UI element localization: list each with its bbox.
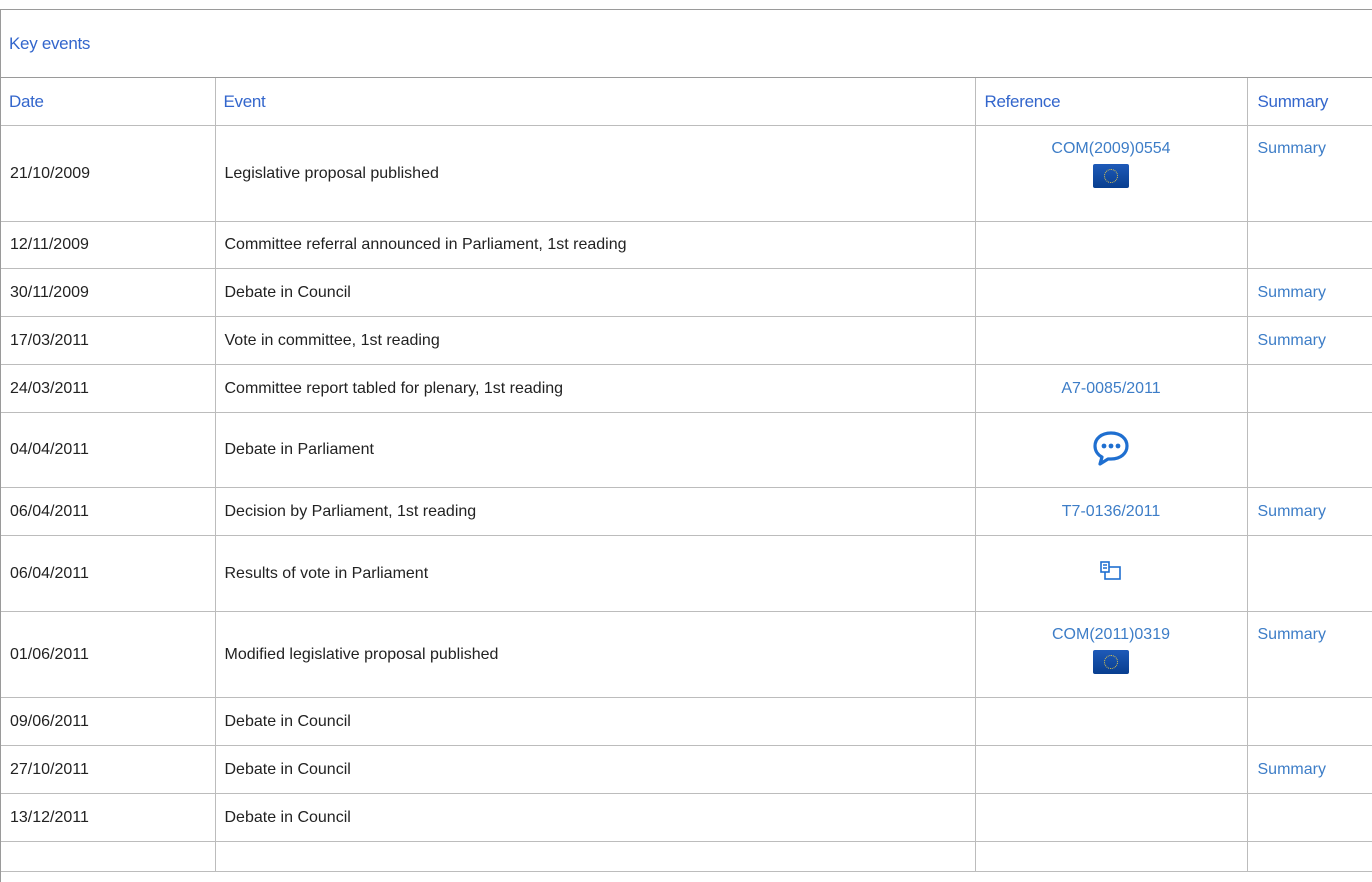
table-row: 27/10/2011 Debate in Council Summary (1, 745, 1372, 794)
event-summary (1247, 535, 1372, 612)
event-summary (1247, 697, 1372, 746)
event-reference (975, 316, 1248, 365)
table-row: 06/04/2011 Results of vote in Parliament (1, 535, 1372, 612)
table-row-partial (1, 841, 1372, 872)
event-date: 24/03/2011 (1, 364, 216, 413)
table-row: 17/03/2011 Vote in committee, 1st reading… (1, 316, 1372, 365)
event-summary: Summary (1247, 745, 1372, 794)
event-reference (975, 745, 1248, 794)
event-summary: Summary (1247, 268, 1372, 317)
event-reference (975, 221, 1248, 269)
column-header-event: Event (215, 78, 976, 126)
event-summary: Summary (1247, 487, 1372, 536)
event-reference: A7-0085/2011 (975, 364, 1248, 413)
summary-link[interactable]: Summary (1258, 626, 1326, 643)
event-date: 09/06/2011 (1, 697, 216, 746)
event-date: 17/03/2011 (1, 316, 216, 365)
empty-cell (215, 841, 976, 872)
event-summary: Summary (1247, 125, 1372, 222)
event-description: Committee referral announced in Parliame… (215, 221, 976, 269)
event-summary: Summary (1247, 611, 1372, 698)
table-row: 01/06/2011 Modified legislative proposal … (1, 611, 1372, 698)
event-description: Legislative proposal published (215, 125, 976, 222)
event-summary (1247, 221, 1372, 269)
event-date: 30/11/2009 (1, 268, 216, 317)
event-description: Committee report tabled for plenary, 1st… (215, 364, 976, 413)
event-description: Decision by Parliament, 1st reading (215, 487, 976, 536)
eu-flag-icon[interactable] (1093, 164, 1129, 188)
reference-link[interactable]: COM(2009)0554 (1051, 140, 1170, 157)
event-description: Debate in Council (215, 697, 976, 746)
column-header-reference: Reference (975, 78, 1248, 126)
event-reference (975, 535, 1248, 612)
event-date: 06/04/2011 (1, 487, 216, 536)
event-reference (975, 793, 1248, 842)
event-date: 01/06/2011 (1, 611, 216, 698)
vote-results-icon[interactable] (1099, 560, 1123, 587)
summary-link[interactable]: Summary (1258, 332, 1326, 349)
event-summary (1247, 793, 1372, 842)
reference-link[interactable]: T7-0136/2011 (1062, 503, 1160, 520)
event-description: Modified legislative proposal published (215, 611, 976, 698)
event-date: 06/04/2011 (1, 535, 216, 612)
summary-link[interactable]: Summary (1258, 284, 1326, 301)
event-reference: COM(2009)0554 (975, 125, 1248, 222)
event-description: Debate in Parliament (215, 412, 976, 488)
column-header-summary: Summary (1247, 78, 1372, 126)
event-summary (1247, 364, 1372, 413)
summary-link[interactable]: Summary (1258, 503, 1326, 520)
table-row: 12/11/2009 Committee referral announced i… (1, 221, 1372, 269)
event-reference (975, 697, 1248, 746)
empty-cell (1247, 841, 1372, 872)
event-summary: Summary (1247, 316, 1372, 365)
column-header-date: Date (1, 78, 216, 126)
event-date: 04/04/2011 (1, 412, 216, 488)
event-description: Debate in Council (215, 793, 976, 842)
table-row: 13/12/2011 Debate in Council (1, 793, 1372, 842)
summary-link[interactable]: Summary (1258, 761, 1326, 778)
empty-cell (1, 841, 216, 872)
table-row: 30/11/2009 Debate in Council Summary (1, 268, 1372, 317)
event-description: Debate in Council (215, 268, 976, 317)
table-row: 21/10/2009 Legislative proposal published… (1, 125, 1372, 222)
event-reference: COM(2011)0319 (975, 611, 1248, 698)
event-date: 27/10/2011 (1, 745, 216, 794)
event-reference (975, 412, 1248, 488)
summary-link[interactable]: Summary (1258, 140, 1326, 157)
panel-title: Key events (1, 10, 1372, 78)
table-row: 24/03/2011 Committee report tabled for pl… (1, 364, 1372, 413)
table-row: 04/04/2011 Debate in Parliament (1, 412, 1372, 488)
event-date: 21/10/2009 (1, 125, 216, 222)
event-description: Results of vote in Parliament (215, 535, 976, 612)
event-reference (975, 268, 1248, 317)
table-row: 09/06/2011 Debate in Council (1, 697, 1372, 746)
eu-flag-icon[interactable] (1093, 650, 1129, 674)
empty-cell (975, 841, 1248, 872)
speech-bubble-icon[interactable] (1092, 429, 1130, 472)
event-reference: T7-0136/2011 (975, 487, 1248, 536)
reference-link[interactable]: A7-0085/2011 (1061, 380, 1160, 397)
reference-link[interactable]: COM(2011)0319 (1052, 626, 1170, 643)
event-summary (1247, 412, 1372, 488)
table-header-row: Date Event Reference Summary (1, 78, 1372, 126)
table-row: 06/04/2011 Decision by Parliament, 1st re… (1, 487, 1372, 536)
event-description: Debate in Council (215, 745, 976, 794)
event-date: 13/12/2011 (1, 793, 216, 842)
event-description: Vote in committee, 1st reading (215, 316, 976, 365)
event-date: 12/11/2009 (1, 221, 216, 269)
key-events-table: Date Event Reference Summary 21/10/2009 L… (1, 78, 1372, 872)
key-events-panel: Key events Date Event Reference Summary … (0, 9, 1372, 882)
